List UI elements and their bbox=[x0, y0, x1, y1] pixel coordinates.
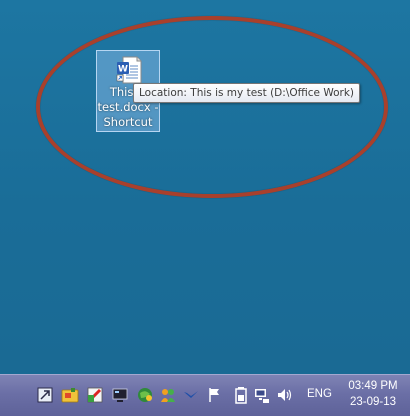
annotation-ellipse bbox=[36, 16, 388, 198]
bird-icon[interactable] bbox=[182, 386, 200, 404]
folder-notes-icon[interactable] bbox=[61, 386, 79, 404]
messenger-icon[interactable] bbox=[159, 386, 177, 404]
location-tooltip: Location: This is my test (D:\Office Wor… bbox=[133, 83, 361, 103]
action-center-flag-icon[interactable] bbox=[205, 386, 223, 404]
security-alert-icon[interactable] bbox=[86, 386, 104, 404]
word-document-icon: W bbox=[116, 56, 142, 84]
taskbar: ENG 03:49 PM 23-09-13 bbox=[0, 374, 410, 416]
svg-text:W: W bbox=[118, 65, 128, 75]
battery-icon[interactable] bbox=[232, 386, 250, 404]
clock-date[interactable]: 23-09-13 bbox=[343, 396, 403, 408]
volume-icon[interactable] bbox=[276, 386, 294, 404]
network-icon[interactable] bbox=[253, 386, 271, 404]
desktop[interactable]: W This is test.docx - Shortcut Location:… bbox=[0, 0, 410, 374]
input-language-indicator[interactable]: ENG bbox=[307, 388, 332, 400]
monitor-icon[interactable] bbox=[111, 386, 129, 404]
shortcut-label-line-3: Shortcut bbox=[103, 115, 153, 129]
clock-time[interactable]: 03:49 PM bbox=[343, 380, 403, 392]
show-hidden-icons-icon[interactable] bbox=[36, 386, 54, 404]
network-globe-icon[interactable] bbox=[136, 386, 154, 404]
